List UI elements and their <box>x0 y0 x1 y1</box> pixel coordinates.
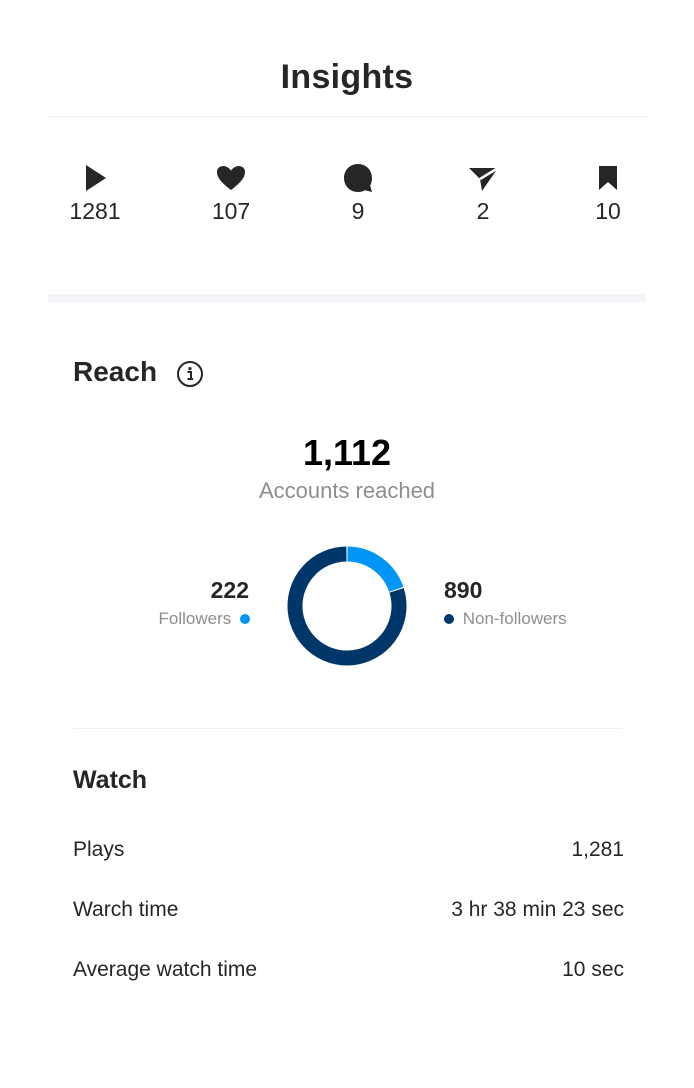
share-icon <box>469 166 499 191</box>
stat-plays: 1281 <box>55 160 135 225</box>
watch-row-label: Warch time <box>73 898 179 921</box>
stat-likes-value: 107 <box>211 198 251 224</box>
followers-value: 222 <box>210 577 249 603</box>
non-followers-value: 890 <box>444 577 483 603</box>
info-icon[interactable] <box>176 360 204 388</box>
stat-likes: 107 <box>191 160 271 225</box>
followers-dot <box>240 613 250 624</box>
watch-row-plays: Plays 1,281 <box>73 838 624 868</box>
watch-row-label: Average watch time <box>73 958 258 981</box>
accounts-reached-total: 1,112 <box>302 432 392 473</box>
engagement-stats: 1281 107 9 2 10 <box>0 160 694 240</box>
watch-row-value: 10 sec <box>562 958 624 981</box>
reach-heading: Reach <box>73 356 158 387</box>
stat-comments: 9 <box>318 160 398 225</box>
header-divider <box>48 116 646 117</box>
stat-plays-value: 1281 <box>69 198 121 224</box>
comment-icon <box>344 164 372 192</box>
heart-icon <box>217 166 245 190</box>
watch-row-value: 1,281 <box>571 838 624 861</box>
reach-donut-chart <box>287 546 407 666</box>
insights-page: Insights 1281 107 9 2 10 Reach 1,112 Acc… <box>0 0 694 1088</box>
stat-comments-value: 9 <box>351 198 365 224</box>
watch-heading: Watch <box>73 766 148 794</box>
play-icon <box>86 165 106 191</box>
watch-row-average: Average watch time 10 sec <box>73 958 624 988</box>
watch-row-value: 3 hr 38 min 23 sec <box>451 898 624 921</box>
stat-shares: 2 <box>443 160 523 225</box>
stat-saves-value: 10 <box>595 198 621 224</box>
watch-row-label: Plays <box>73 838 125 861</box>
watch-row-watch-time: Warch time 3 hr 38 min 23 sec <box>73 898 624 928</box>
bookmark-icon <box>599 166 617 190</box>
followers-legend: Followers <box>159 609 250 629</box>
accounts-reached-label: Accounts reached <box>258 478 436 503</box>
section-separator <box>48 294 646 302</box>
page-title: Insights <box>280 58 414 96</box>
donut-slice-followers <box>347 546 404 593</box>
followers-label: Followers <box>158 609 232 628</box>
non-followers-label: Non-followers <box>462 609 567 628</box>
stat-saves: 10 <box>568 160 648 225</box>
non-followers-dot <box>444 613 454 624</box>
stat-shares-value: 2 <box>476 198 490 224</box>
non-followers-legend: Non-followers <box>444 609 567 629</box>
reach-divider <box>73 728 622 729</box>
